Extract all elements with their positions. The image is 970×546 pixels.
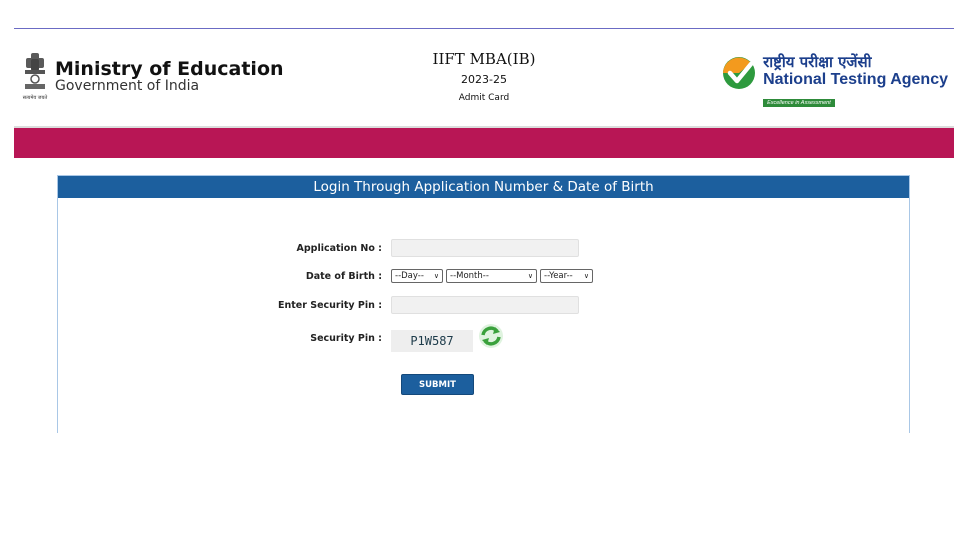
dob-day-select[interactable]: --Day-- ∨ <box>391 269 443 283</box>
dob-day-value: --Day-- <box>395 271 424 281</box>
exam-name: IIFT MBA(IB) <box>432 50 536 68</box>
captcha-row: Security Pin : P1W587 <box>241 324 504 352</box>
application-label: Application No : <box>296 242 383 254</box>
login-panel-title: Login Through Application Number & Date … <box>58 176 909 198</box>
chevron-down-icon: ∨ <box>527 272 533 280</box>
security-pin-input[interactable] <box>391 296 579 314</box>
dob-label: Date of Birth : <box>305 270 382 282</box>
exam-session: 2023-25 <box>461 73 507 86</box>
national-emblem-icon: सत्यमेव जयते <box>20 51 50 105</box>
application-row: Application No : <box>241 239 579 257</box>
ministry-logo: सत्यमेव जयते Ministry of Education Gover… <box>20 51 284 105</box>
exam-title-block: IIFT MBA(IB) 2023-25 Admit Card <box>384 49 584 103</box>
nta-check-logo <box>723 57 756 89</box>
security-input-label: Enter Security Pin : <box>278 299 382 311</box>
page-header: सत्यमेव जयते Ministry of Education Gover… <box>14 29 954 127</box>
nta-hindi-name: राष्ट्रीय परीक्षा एजेंसी <box>763 53 872 71</box>
captcha-image: P1W587 <box>391 330 473 352</box>
security-input-row: Enter Security Pin : <box>241 296 579 314</box>
dob-month-select[interactable]: --Month-- ∨ <box>446 269 537 283</box>
ministry-subtitle: Government of India <box>55 78 200 94</box>
refresh-icon[interactable] <box>478 323 504 349</box>
nta-tagline: Excellence in Assessment <box>763 99 835 107</box>
ministry-title: Ministry of Education <box>55 58 284 80</box>
chevron-down-icon: ∨ <box>583 272 589 280</box>
dob-month-value: --Month-- <box>450 271 489 281</box>
dob-year-select[interactable]: --Year-- ∨ <box>540 269 593 283</box>
dob-year-value: --Year-- <box>544 271 573 281</box>
nta-logo: राष्ट्रीय परीक्षा एजेंसी National Testin… <box>721 53 948 108</box>
application-number-input[interactable] <box>391 239 579 257</box>
nta-english-name: National Testing Agency <box>763 71 948 88</box>
emblem-motto: सत्यमेव जयते <box>22 95 48 101</box>
submit-button[interactable]: SUBMIT <box>401 374 474 395</box>
document-type: Admit Card <box>458 93 510 103</box>
security-pin-label: Security Pin : <box>310 332 382 344</box>
nav-bar <box>14 128 954 158</box>
dob-row: Date of Birth : --Day-- ∨ --Month-- ∨ --… <box>241 269 596 283</box>
login-panel: Login Through Application Number & Date … <box>57 175 910 433</box>
chevron-down-icon: ∨ <box>433 272 439 280</box>
